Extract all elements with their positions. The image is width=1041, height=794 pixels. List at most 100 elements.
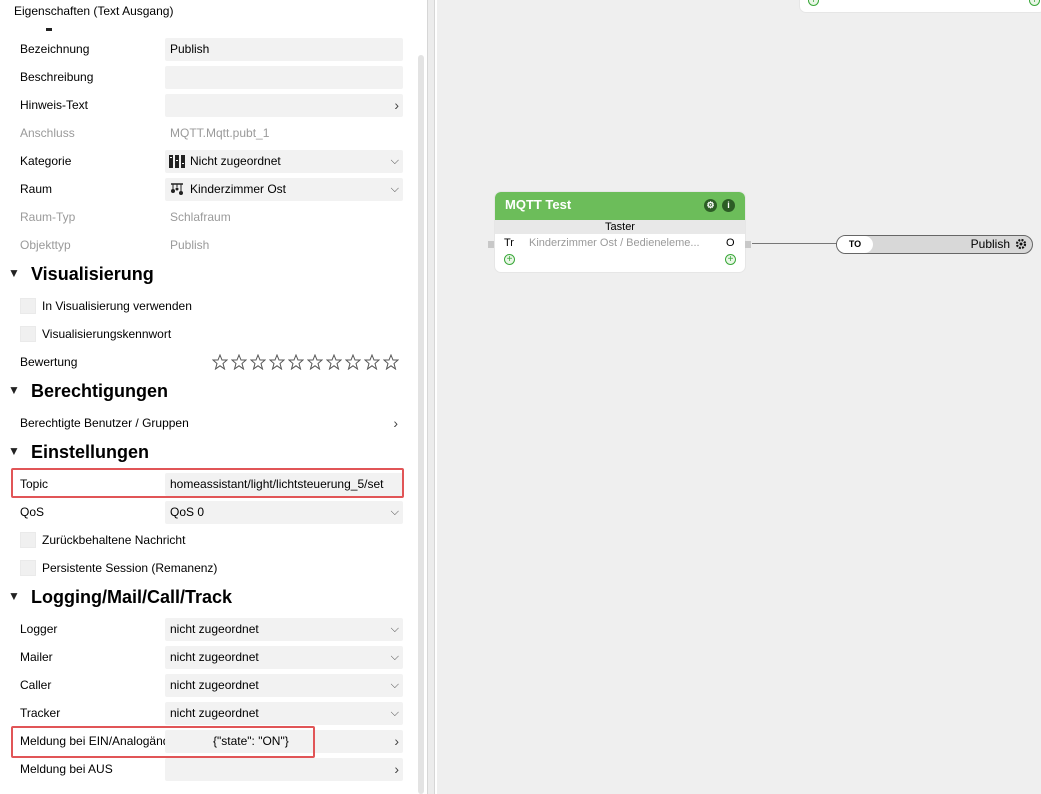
beschreibung-label: Beschreibung: [20, 70, 94, 84]
star-icon[interactable]: [326, 354, 342, 370]
chevron-down-icon: ⌵: [390, 651, 399, 663]
anschluss-label: Anschluss: [20, 126, 75, 140]
section-visualisierung[interactable]: ▼ Visualisierung: [0, 260, 410, 288]
output-block-label: Publish: [970, 237, 1010, 251]
chevron-right-icon: ›: [393, 415, 398, 431]
qos-value: QoS 0: [170, 505, 205, 519]
berechtigte-benutzer-label: Berechtigte Benutzer / Gruppen: [20, 416, 189, 430]
caller-label: Caller: [20, 678, 52, 692]
star-icon[interactable]: [269, 354, 285, 370]
panel-title-underline: [46, 28, 52, 31]
star-icon[interactable]: [364, 354, 380, 370]
bezeichnung-label: Bezeichnung: [20, 42, 90, 56]
kategorie-value: Nicht zugeordnet: [190, 154, 281, 168]
logger-value: nicht zugeordnet: [170, 622, 259, 636]
info-icon[interactable]: i: [722, 199, 735, 212]
gear-icon[interactable]: [1015, 238, 1027, 250]
in-vis-checkbox[interactable]: [20, 298, 36, 314]
bezeichnung-field[interactable]: Publish: [165, 38, 403, 61]
objekttyp-label: Objekttyp: [20, 238, 71, 252]
section-einstellungen[interactable]: ▼ Einstellungen: [0, 438, 410, 466]
output-port-label[interactable]: O: [726, 237, 735, 249]
bezeichnung-value: Publish: [170, 42, 210, 56]
retain-checkbox[interactable]: [20, 532, 36, 548]
chevron-down-icon: ⌵: [390, 623, 399, 635]
caller-select[interactable]: nicht zugeordnet ⌵: [165, 674, 403, 697]
chevron-down-icon: ⌵: [390, 707, 399, 719]
add-output-icon[interactable]: +: [725, 254, 736, 265]
anschluss-value: MQTT.Mqtt.pubt_1: [170, 126, 270, 140]
node-title: MQTT Test: [505, 197, 572, 212]
raum-select[interactable]: Kinderzimmer Ost ⌵: [165, 178, 403, 201]
star-icon[interactable]: [383, 354, 399, 370]
partial-node-top[interactable]: + +: [800, 0, 1041, 12]
add-input-icon[interactable]: +: [504, 254, 515, 265]
hinweis-label: Hinweis-Text: [20, 98, 89, 112]
output-connector[interactable]: [745, 241, 751, 248]
logic-canvas[interactable]: [437, 0, 1041, 794]
mqtt-test-node[interactable]: MQTT Test ⚙ i Taster Tr Kinderzimmer Ost…: [495, 192, 745, 272]
node-header[interactable]: MQTT Test ⚙ i: [495, 192, 745, 220]
star-icon[interactable]: [345, 354, 361, 370]
properties-scrollbar[interactable]: [418, 55, 424, 794]
row-berechtigte-benutzer[interactable]: Berechtigte Benutzer / Gruppen ›: [0, 409, 408, 437]
collapse-arrow-icon: ▼: [8, 444, 20, 458]
kategorie-select[interactable]: Nicht zugeordnet ⌵: [165, 150, 403, 173]
qos-select[interactable]: QoS 0 ⌵: [165, 501, 403, 524]
text-output-block[interactable]: TO Publish: [836, 235, 1033, 254]
input-port-label[interactable]: Tr: [504, 237, 514, 249]
mailer-select[interactable]: nicht zugeordnet ⌵: [165, 646, 403, 669]
logger-select[interactable]: nicht zugeordnet ⌵: [165, 618, 403, 641]
raum-typ-label: Raum-Typ: [20, 210, 76, 224]
chevron-down-icon: ⌵: [390, 506, 399, 518]
row-qos: QoS QoS 0 ⌵: [0, 498, 408, 526]
objekttyp-value: Publish: [170, 238, 210, 252]
raum-label: Raum: [20, 182, 53, 196]
row-anschluss: Anschluss MQTT.Mqtt.pubt_1: [0, 119, 408, 147]
input-connector[interactable]: [488, 241, 494, 248]
row-beschreibung: Beschreibung: [0, 63, 408, 91]
add-port-icon[interactable]: +: [808, 0, 819, 6]
section-berechtigungen[interactable]: ▼ Berechtigungen: [0, 377, 410, 405]
tracker-label: Tracker: [20, 706, 61, 720]
section-title: Visualisierung: [31, 264, 154, 284]
mailer-label: Mailer: [20, 650, 53, 664]
row-bewertung: Bewertung: [0, 348, 408, 376]
vis-kennwort-checkbox[interactable]: [20, 326, 36, 342]
section-title: Einstellungen: [31, 442, 150, 462]
kategorie-label: Kategorie: [20, 154, 72, 168]
panel-splitter[interactable]: [427, 0, 435, 794]
connection-wire[interactable]: [752, 243, 838, 244]
star-icon[interactable]: [288, 354, 304, 370]
section-title: Logging/Mail/Call/Track: [31, 587, 233, 607]
properties-panel: Eigenschaften (Text Ausgang) Bezeichnung…: [0, 0, 422, 794]
persistent-checkbox[interactable]: [20, 560, 36, 576]
row-hinweis: Hinweis-Text ›: [0, 91, 408, 119]
meldung-ein-highlight-box: [11, 726, 315, 758]
row-meldung-aus: Meldung bei AUS ›: [0, 755, 408, 783]
beschreibung-field[interactable]: [165, 66, 403, 89]
qos-label: QoS: [20, 505, 45, 519]
hinweis-field[interactable]: ›: [165, 94, 403, 117]
raum-typ-value: Schlafraum: [170, 210, 231, 224]
chevron-down-icon: ⌵: [390, 679, 399, 691]
node-subtitle: Taster: [495, 220, 745, 234]
row-persistent: Persistente Session (Remanenz): [0, 554, 408, 582]
add-port-icon[interactable]: +: [1029, 0, 1040, 6]
star-icon[interactable]: [307, 354, 323, 370]
chevron-down-icon: ⌵: [390, 183, 399, 195]
chevron-right-icon: ›: [394, 733, 399, 749]
vis-kennwort-label: Visualisierungskennwort: [42, 327, 172, 341]
tracker-select[interactable]: nicht zugeordnet ⌵: [165, 702, 403, 725]
meldung-aus-field[interactable]: ›: [165, 758, 403, 781]
star-icon[interactable]: [250, 354, 266, 370]
row-in-vis: In Visualisierung verwenden: [0, 292, 408, 320]
retain-label: Zurückbehaltene Nachricht: [42, 533, 186, 547]
panel-title: Eigenschaften (Text Ausgang): [14, 4, 174, 18]
section-logging[interactable]: ▼ Logging/Mail/Call/Track: [0, 583, 410, 611]
persistent-label: Persistente Session (Remanenz): [42, 561, 218, 575]
star-icon[interactable]: [231, 354, 247, 370]
row-retain: Zurückbehaltene Nachricht: [0, 526, 408, 554]
star-icon[interactable]: [212, 354, 228, 370]
gear-icon[interactable]: ⚙: [704, 199, 717, 212]
